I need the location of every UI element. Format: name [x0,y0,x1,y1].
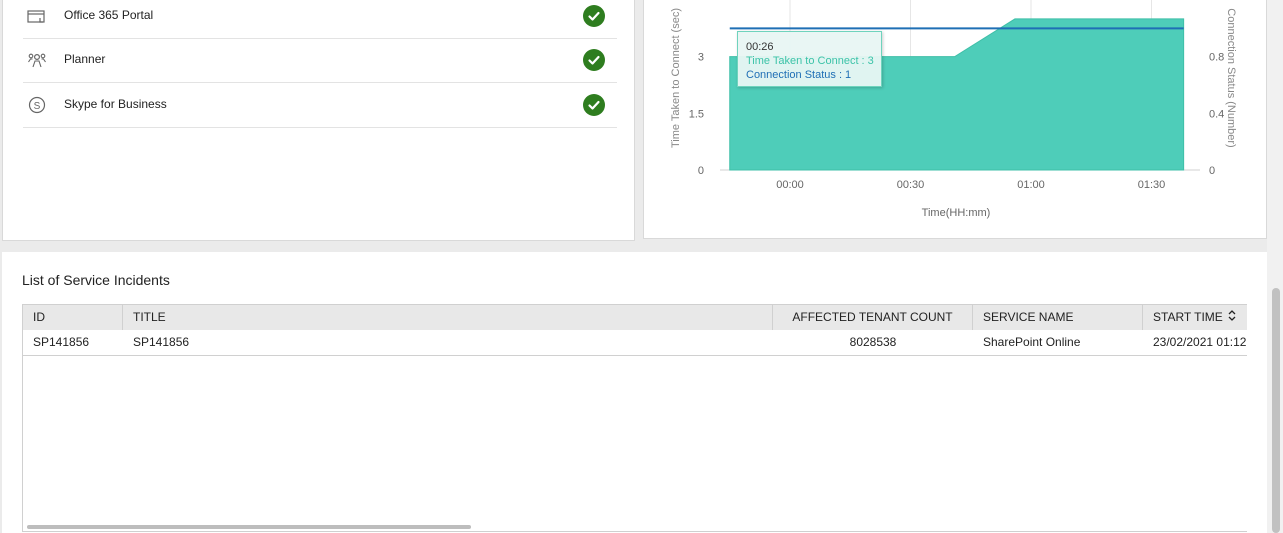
cell-affected-tenant-count: 8028538 [849,335,897,349]
y-axis-title: Time Taken to Connect (sec) [670,8,682,148]
cell-service-name: SharePoint Online [983,335,1081,349]
column-header-id[interactable]: ID [23,305,123,330]
y2-tick-label: 0 [1209,165,1215,177]
svg-text:S: S [34,101,41,112]
service-row-office-365-portal[interactable]: Office 365 Portal [23,0,617,39]
service-label: Skype for Business [64,97,167,111]
service-row-planner[interactable]: Planner [23,39,617,83]
y2-tick-label: 0.4 [1209,108,1224,120]
y-tick-label: 0 [698,165,704,177]
cell-title: SP141856 [133,335,190,349]
connection-chart-panel: 00:00 00:30 01:00 01:30 0 1.5 3 0 0.4 0.8 Time(HH:… [643,0,1267,239]
incidents-panel: List of Service Incidents ID TITLE AFFEC… [2,252,1267,533]
y-tick-label: 3 [698,52,704,64]
column-header-service-name[interactable]: SERVICE NAME [973,305,1143,330]
y2-axis-title: Connection Status (Number) [1225,8,1237,147]
services-panel: Office 365 Portal Planner S Skype for Bu… [2,0,635,241]
column-header-start-time-label: START TIME [1153,310,1223,324]
sort-icon[interactable] [1227,305,1237,330]
incidents-table: ID TITLE AFFECTED TENANT COUNT SERVICE N… [22,304,1247,532]
x-tick-label: 00:00 [776,179,804,191]
planner-icon [27,50,47,70]
status-ok-icon [583,49,605,71]
status-ok-icon [583,5,605,27]
horizontal-scrollbar[interactable] [27,525,471,529]
tooltip-time: 00:26 [746,41,774,53]
cell-start-time: 23/02/2021 01:12 [1153,335,1247,349]
chart-tooltip: 00:26 Time Taken to Connect : 3 Connecti… [737,31,882,87]
tooltip-series-2: Connection Status : 1 [746,69,852,81]
skype-icon: S [27,95,47,115]
service-label: Planner [64,52,106,66]
vertical-scrollbar-track[interactable] [1267,0,1283,533]
section-title: List of Service Incidents [22,272,170,288]
status-ok-icon [583,94,605,116]
service-label: Office 365 Portal [64,8,154,22]
x-tick-label: 00:30 [897,179,925,191]
x-axis-title: Time(HH:mm) [922,207,991,219]
column-header-start-time[interactable]: START TIME [1143,305,1247,330]
column-header-affected-tenant-count[interactable]: AFFECTED TENANT COUNT [773,305,973,330]
x-tick-label: 01:30 [1138,179,1166,191]
y2-tick-label: 0.8 [1209,52,1224,64]
table-row[interactable]: SP141856 SP141856 8028538 SharePoint Onl… [23,330,1247,356]
tooltip-series-1: Time Taken to Connect : 3 [746,55,874,67]
table-header: ID TITLE AFFECTED TENANT COUNT SERVICE N… [23,305,1247,331]
column-header-title[interactable]: TITLE [123,305,773,330]
service-row-skype-for-business[interactable]: S Skype for Business [23,84,617,128]
y-tick-label: 1.5 [689,108,704,120]
x-tick-label: 01:00 [1017,179,1045,191]
portal-icon [27,6,47,26]
cell-id: SP141856 [33,335,90,349]
vertical-scrollbar-thumb[interactable] [1272,288,1280,533]
